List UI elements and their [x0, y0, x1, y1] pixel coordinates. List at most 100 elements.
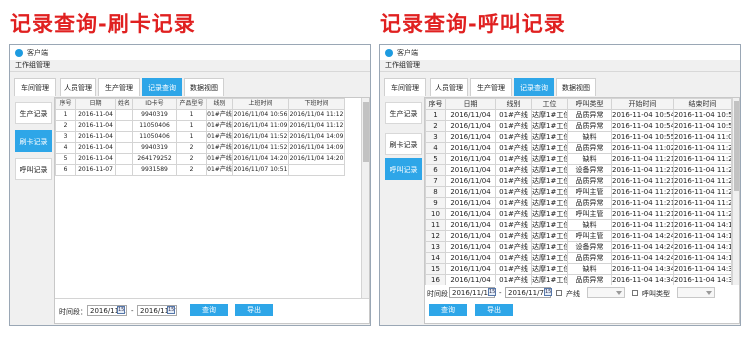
calendar-icon[interactable]: 15	[544, 288, 552, 296]
table-cell[interactable]: 2016-11-04 11:21:36	[611, 175, 674, 187]
table-cell[interactable]	[115, 131, 133, 143]
table-cell[interactable]: 达摩1#工位	[531, 142, 568, 154]
column-header[interactable]: 结束时间	[673, 98, 732, 110]
table-cell[interactable]: 5	[425, 153, 446, 165]
scrollbar-thumb[interactable]	[734, 101, 739, 191]
table-cell[interactable]: 3	[55, 131, 76, 143]
table-cell[interactable]: 01#产线	[495, 230, 532, 242]
table-cell[interactable]: 01#产线	[206, 153, 233, 165]
table-cell[interactable]: 缺料	[567, 153, 612, 165]
table-row[interactable]: 2 2016-11-04 11050406 1 01#产线 2016/11/04 11:0…	[55, 120, 345, 132]
scrollbar-thumb[interactable]	[363, 102, 369, 162]
table-cell[interactable]: 2016-11-04 11:21:09	[611, 153, 674, 165]
table-cell[interactable]: 264179252	[132, 153, 177, 165]
table-cell[interactable]: 15	[425, 263, 446, 275]
table-cell[interactable]: 达摩1#工位	[531, 197, 568, 209]
table-cell[interactable]: 2016-11-04	[75, 142, 116, 154]
calendar-icon[interactable]: 15	[488, 288, 496, 296]
table-cell[interactable]: 01#产线	[495, 131, 532, 143]
table-cell[interactable]: 2016/11/07 10:51	[232, 164, 289, 176]
export-button[interactable]: 导出	[475, 304, 513, 316]
table-cell[interactable]: 设备异常	[567, 241, 612, 253]
sidebar-item-1[interactable]: 生产记录	[385, 102, 422, 124]
table-cell[interactable]: 01#产线	[495, 109, 532, 121]
table-cell[interactable]: 1	[55, 109, 76, 121]
table-cell[interactable]	[115, 142, 133, 154]
column-header[interactable]: 线别	[206, 98, 233, 110]
table-cell[interactable]: 缺料	[567, 219, 612, 231]
table-cell[interactable]: 6	[425, 164, 446, 176]
table-cell[interactable]: 01#产线	[206, 164, 233, 176]
table-cell[interactable]: 2016-11-04 11:22:0	[673, 197, 732, 209]
table-cell[interactable]: 2016-11-04 14:10:2	[673, 230, 732, 242]
table-cell[interactable]: 2016-11-04 10:54:05	[611, 120, 674, 132]
table-cell[interactable]: 品质异常	[567, 109, 612, 121]
table-cell[interactable]: 2	[176, 153, 207, 165]
line-select[interactable]	[587, 287, 625, 298]
table-cell[interactable]: 达摩1#工位	[531, 252, 568, 264]
tab-item-5[interactable]: 数据视图	[556, 78, 596, 96]
table-cell[interactable]: 2016/11/04 14:09	[288, 142, 345, 154]
table-cell[interactable]: 达摩1#工位	[531, 274, 568, 285]
table-cell[interactable]: 2016-11-04 11:21:48	[611, 186, 674, 198]
table-cell[interactable]: 2016-11-04	[75, 120, 116, 132]
table-cell[interactable]: 2016/11/04	[445, 274, 496, 285]
table-cell[interactable]: 01#产线	[495, 274, 532, 285]
table-cell[interactable]: 达摩1#工位	[531, 164, 568, 176]
table-cell[interactable]: 10	[425, 208, 446, 220]
table-cell[interactable]: 达摩1#工位	[531, 153, 568, 165]
table-cell[interactable]: 2016/11/04 11:12	[288, 109, 345, 121]
column-header[interactable]: 产品型号	[176, 98, 207, 110]
sidebar-item-3[interactable]: 呼叫记录	[385, 158, 422, 180]
table-cell[interactable]: 2016-11-04 14:34:0	[673, 274, 732, 285]
table-cell[interactable]: 2016/11/04 11:09	[232, 120, 289, 132]
table-cell[interactable]	[288, 164, 345, 176]
table-cell[interactable]: 品质异常	[567, 142, 612, 154]
table-cell[interactable]: 2016-11-04 11:21:48	[611, 208, 674, 220]
table-cell[interactable]: 4	[55, 142, 76, 154]
table-cell[interactable]: 2	[176, 164, 207, 176]
menu-workgroup[interactable]: 工作组管理	[380, 60, 740, 72]
table-row[interactable]: 7 2016/11/04 01#产线 达摩1#工位 品质异常 2016-11-04 11:…	[425, 175, 732, 187]
table-cell[interactable]: 呼叫主管	[567, 186, 612, 198]
table-cell[interactable]: 品质异常	[567, 175, 612, 187]
call-type-checkbox[interactable]	[632, 290, 638, 296]
table-cell[interactable]: 1	[176, 109, 207, 121]
table-cell[interactable]: 达摩1#工位	[531, 230, 568, 242]
table-cell[interactable]: 01#产线	[495, 120, 532, 132]
menu-workgroup[interactable]: 工作组管理	[10, 60, 370, 72]
table-cell[interactable]: 达摩1#工位	[531, 241, 568, 253]
table-cell[interactable]: 达摩1#工位	[531, 208, 568, 220]
table-cell[interactable]: 2016-11-04 11:21:1	[673, 153, 732, 165]
column-header[interactable]: 开始时间	[611, 98, 674, 110]
table-cell[interactable]: 01#产线	[495, 153, 532, 165]
tab-item-1[interactable]: 车间管理	[384, 78, 426, 96]
table-cell[interactable]: 2016-11-04 14:10:2	[673, 241, 732, 253]
column-header[interactable]: 工位	[531, 98, 568, 110]
table-cell[interactable]: 设备异常	[567, 164, 612, 176]
table-cell[interactable]: 2	[55, 120, 76, 132]
sidebar-item-2[interactable]: 刷卡记录	[15, 130, 52, 152]
table-cell[interactable]: 5	[55, 153, 76, 165]
table-cell[interactable]: 01#产线	[495, 142, 532, 154]
table-cell[interactable]: 01#产线	[495, 175, 532, 187]
table-row[interactable]: 9 2016/11/04 01#产线 达摩1#工位 品质异常 2016-11-04 11:…	[425, 197, 732, 209]
column-header[interactable]: 日期	[75, 98, 116, 110]
table-row[interactable]: 32016/11/0401#产线达摩1#工位缺料2016-11-04 10:55…	[425, 131, 732, 143]
table-cell[interactable]: 2016/11/04	[445, 219, 496, 231]
table-cell[interactable]: 14	[425, 252, 446, 264]
table-cell[interactable]: 2016/11/04	[445, 230, 496, 242]
table-row[interactable]: 2 2016/11/04 01#产线 达摩1#工位 品质异常 2016-11-04 10:…	[425, 120, 732, 132]
table-cell[interactable]: 01#产线	[495, 263, 532, 275]
table-cell[interactable]: 2016/11/04	[445, 186, 496, 198]
table-cell[interactable]: 12	[425, 230, 446, 242]
table-cell[interactable]: 2016/11/04 11:52	[232, 142, 289, 154]
column-header[interactable]: 线别	[495, 98, 532, 110]
table-row[interactable]: 52016/11/0401#产线达摩1#工位缺料2016-11-04 11:21…	[425, 153, 732, 165]
column-header[interactable]: 姓名	[115, 98, 133, 110]
tab-item-2[interactable]: 人员管理	[60, 78, 96, 96]
table-cell[interactable]: 呼叫主管	[567, 230, 612, 242]
table-cell[interactable]: 达摩1#工位	[531, 175, 568, 187]
table-cell[interactable]: 2016-11-04 11:21:57	[611, 197, 674, 209]
table-cell[interactable]: 11	[425, 219, 446, 231]
